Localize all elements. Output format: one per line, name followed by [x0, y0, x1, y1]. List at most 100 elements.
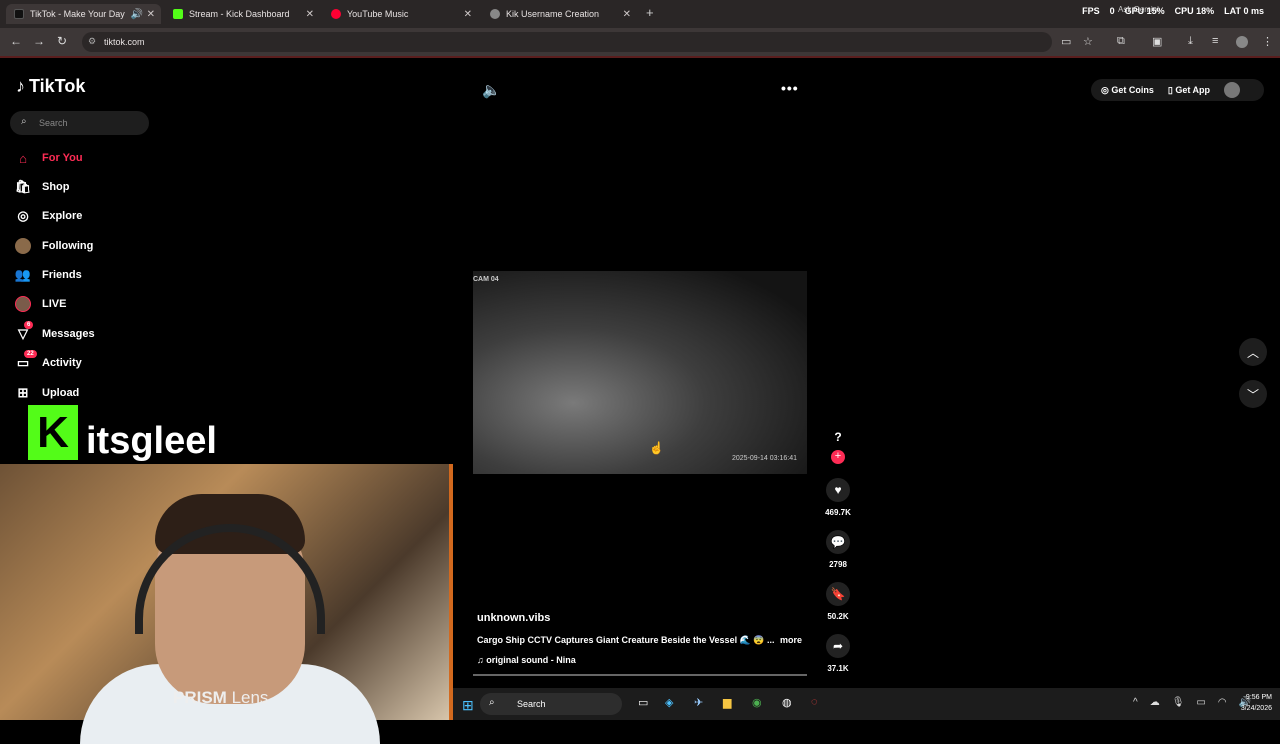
- sidebar-item-shop[interactable]: 🛍 Shop: [14, 176, 70, 198]
- windows-taskbar: ⊞ ⌕ Search ▭ ◈ ✈ ▆ ◉ ◍ ◌ ^ ☁ 🎙 ▭ ◠ 🔊 9:5…: [453, 688, 1280, 720]
- close-icon[interactable]: ✕: [306, 9, 314, 20]
- comment-count: 2798: [829, 560, 847, 569]
- sidebar-item-label: Shop: [42, 181, 70, 193]
- compass-icon: ◎: [17, 208, 29, 223]
- chrome-icon[interactable]: ◉: [752, 696, 762, 709]
- sidepanel-icon[interactable]: ▣: [1152, 35, 1162, 48]
- sidebar-item-friends[interactable]: 👥 Friends: [14, 264, 82, 286]
- tab-kick-dashboard[interactable]: Stream - Kick Dashboard ✕: [165, 4, 320, 24]
- webcam-border: [449, 464, 453, 720]
- live-avatar-icon: [14, 295, 32, 313]
- profile-avatar[interactable]: [1236, 36, 1248, 48]
- reading-list-icon[interactable]: ≡: [1212, 35, 1218, 47]
- save-count: 50.2K: [827, 612, 849, 621]
- video-username[interactable]: unknown.vibs: [477, 612, 550, 624]
- sidebar-item-live[interactable]: LIVE: [14, 293, 66, 315]
- browser-toolbar: ← → ↻ ⚙ tiktok.com ▭ ☆ ⧉ ▣ ⤓ ≡ ⋮: [0, 28, 1280, 56]
- activity-icon: ▭ 22: [14, 350, 37, 372]
- tab-tiktok[interactable]: TikTok - Make Your Day 🔊 ✕: [6, 4, 161, 24]
- taskbar-clock[interactable]: 9:56 PM 3/24/2026: [1241, 692, 1272, 714]
- help-icon[interactable]: ?: [829, 430, 847, 448]
- extensions-icon[interactable]: ⧉: [1117, 35, 1125, 48]
- like-action[interactable]: ♥ 469.7K: [825, 478, 851, 517]
- video-progress-bar[interactable]: [473, 674, 807, 676]
- copilot-icon[interactable]: ◈: [665, 696, 673, 709]
- taskbar-search[interactable]: ⌕ Search: [480, 693, 622, 715]
- sidebar-item-for-you[interactable]: ⌂ For You: [14, 147, 82, 169]
- forward-icon[interactable]: →: [33, 34, 45, 48]
- file-explorer-icon[interactable]: ▆: [723, 696, 731, 709]
- youtube-music-favicon-icon: [331, 9, 341, 19]
- webcam-label-brand: PRISM: [173, 688, 227, 707]
- sidebar-item-activity[interactable]: ▭ 22 Activity: [14, 350, 82, 374]
- activity-badge: 22: [24, 350, 37, 358]
- comment-icon[interactable]: 💬: [826, 530, 850, 554]
- volume-icon[interactable]: 🔈: [482, 81, 501, 99]
- tiktok-logo[interactable]: ♪ TikTok: [16, 76, 85, 97]
- messages-badge: 6: [24, 321, 34, 329]
- more-link[interactable]: more: [780, 635, 802, 645]
- back-icon[interactable]: ←: [10, 34, 22, 48]
- chevron-up-icon[interactable]: ^: [1133, 697, 1138, 708]
- obs-icon[interactable]: ◍: [782, 696, 792, 709]
- close-icon[interactable]: ✕: [147, 9, 155, 20]
- follow-plus-button[interactable]: +: [831, 450, 845, 464]
- bookmark-icon[interactable]: 🔖: [826, 582, 850, 606]
- shop-icon: 🛍: [14, 179, 32, 194]
- microphone-icon[interactable]: 🎙: [1172, 697, 1185, 708]
- address-bar[interactable]: ⚙ tiktok.com: [82, 32, 1052, 52]
- windows-start-icon[interactable]: ⊞: [462, 697, 474, 714]
- close-icon[interactable]: ✕: [464, 9, 472, 20]
- previous-video-button[interactable]: ︿: [1239, 338, 1267, 366]
- close-icon[interactable]: ✕: [623, 9, 631, 20]
- get-app-button[interactable]: ▯ Get App: [1168, 85, 1210, 96]
- video-player[interactable]: CAM 04 2025-09-14 03:16:41: [473, 271, 807, 474]
- menu-kebab-icon[interactable]: ⋮: [1262, 35, 1273, 48]
- sidebar-item-upload[interactable]: ⊞ Upload: [14, 382, 80, 404]
- profile-avatar[interactable]: [1224, 82, 1240, 98]
- get-coins-button[interactable]: ◎ Get Coins: [1101, 85, 1154, 96]
- coin-icon: ◎: [1101, 84, 1112, 95]
- more-options-icon[interactable]: •••: [781, 80, 799, 96]
- taskbar-search-label: Search: [517, 699, 546, 709]
- app-icon[interactable]: ◌: [811, 696, 818, 708]
- tab-youtube-music[interactable]: YouTube Music ✕: [323, 4, 478, 24]
- webcam-label: PRISM Lens: [173, 688, 268, 708]
- download-icon[interactable]: ⤓: [1188, 35, 1193, 48]
- header-actions: ◎ Get Coins ▯ Get App: [1091, 79, 1264, 101]
- toolbar-divider: [0, 56, 1280, 58]
- sidebar-item-following[interactable]: Following: [14, 235, 93, 257]
- cast-icon[interactable]: ▭: [1061, 35, 1071, 48]
- browser-tab-bar: TikTok - Make Your Day 🔊 ✕ Stream - Kick…: [0, 0, 1280, 28]
- search-icon: ⌕: [21, 116, 27, 127]
- site-info-icon[interactable]: ⚙: [88, 36, 96, 47]
- clock-time: 9:56 PM: [1245, 694, 1272, 701]
- tab-label: Kik Username Creation: [506, 9, 600, 19]
- next-video-button[interactable]: ﹀: [1239, 380, 1267, 408]
- sidebar-item-label: Friends: [42, 269, 82, 281]
- tiktok-favicon-icon: [14, 9, 24, 19]
- reload-icon[interactable]: ↻: [57, 34, 67, 48]
- display-icon[interactable]: ▭: [1196, 697, 1205, 708]
- comment-action[interactable]: 💬 2798: [826, 530, 850, 569]
- logo-text: TikTok: [29, 76, 86, 96]
- tab-kik-username[interactable]: Kik Username Creation ✕: [482, 4, 637, 24]
- new-tab-icon[interactable]: +: [646, 5, 654, 20]
- steam-icon[interactable]: ✈: [694, 696, 703, 709]
- sidebar-item-messages[interactable]: ▽ 6 Messages: [14, 321, 95, 345]
- friends-icon: 👥: [14, 267, 32, 282]
- search-placeholder: Search: [39, 118, 68, 128]
- sidebar-item-explore[interactable]: ◎ Explore: [14, 205, 82, 227]
- share-action[interactable]: ➦ 37.1K: [826, 634, 850, 673]
- video-sound[interactable]: ♫ original sound - Nina: [477, 655, 576, 665]
- task-view-icon[interactable]: ▭: [638, 696, 648, 709]
- share-icon[interactable]: ➦: [826, 634, 850, 658]
- tab-label: Stream - Kick Dashboard: [189, 9, 290, 19]
- search-input[interactable]: ⌕ Search: [10, 111, 149, 135]
- cloud-icon[interactable]: ☁: [1150, 697, 1160, 708]
- wifi-icon[interactable]: ◠: [1218, 697, 1227, 708]
- save-action[interactable]: 🔖 50.2K: [826, 582, 850, 621]
- speaker-icon[interactable]: 🔊: [131, 9, 143, 20]
- bookmark-star-icon[interactable]: ☆: [1083, 35, 1093, 48]
- heart-icon[interactable]: ♥: [826, 478, 850, 502]
